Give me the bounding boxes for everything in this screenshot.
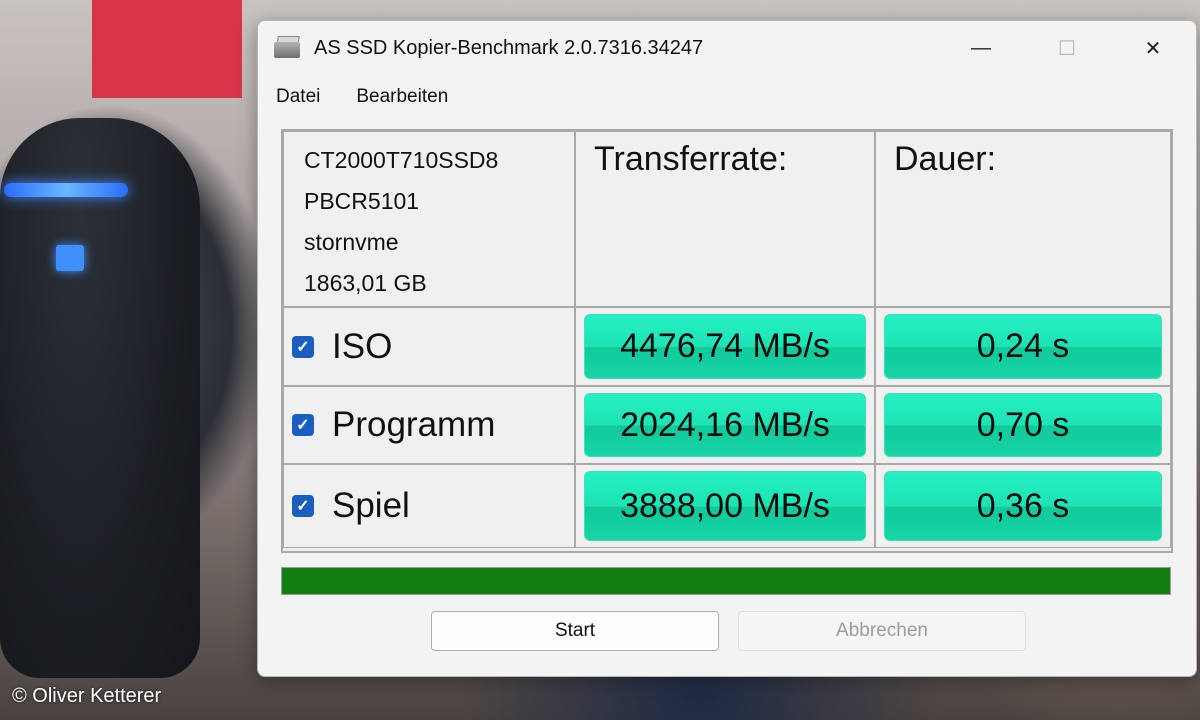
checkbox-spiel[interactable]: ✓ — [292, 495, 314, 517]
checkbox-programm[interactable]: ✓ — [292, 414, 314, 436]
time-cell-programm: 0,70 s — [875, 386, 1171, 464]
drive-model: CT2000T710SSD8 — [304, 147, 499, 173]
menu-bar: Datei Bearbeiten — [258, 75, 1196, 119]
checkbox-iso[interactable]: ✓ — [292, 335, 314, 358]
drive-driver: stornvme — [304, 229, 399, 255]
minimize-button[interactable]: — — [938, 21, 1024, 75]
row-label-programm: ✓ Programm — [283, 386, 575, 464]
rate-programm: 2024,16 MB/s — [584, 393, 866, 457]
label-spiel: Spiel — [332, 486, 410, 525]
header-duration: Dauer: — [875, 131, 1171, 307]
time-spiel: 0,36 s — [884, 471, 1162, 541]
results-grid: CT2000T710SSD8 PBCR5101 stornvme 1863,01… — [281, 129, 1173, 553]
start-button[interactable]: Start — [431, 611, 719, 651]
drive-size: 1863,01 GB — [304, 270, 427, 296]
time-cell-iso: 0,24 s — [875, 307, 1171, 386]
drive-icon — [274, 36, 300, 60]
rate-spiel: 3888,00 MB/s — [584, 471, 866, 541]
title-bar[interactable]: AS SSD Kopier-Benchmark 2.0.7316.34247 —… — [258, 21, 1196, 75]
app-window: AS SSD Kopier-Benchmark 2.0.7316.34247 —… — [257, 20, 1197, 677]
time-iso: 0,24 s — [884, 314, 1162, 379]
row-label-iso: ✓ ISO — [283, 307, 575, 386]
close-button[interactable]: ✕ — [1110, 21, 1196, 75]
header-transfer-rate: Transferrate: — [575, 131, 875, 307]
drive-firmware: PBCR5101 — [304, 188, 420, 214]
time-programm: 0,70 s — [884, 393, 1162, 457]
progress-fill — [282, 568, 1170, 594]
menu-datei[interactable]: Datei — [276, 86, 320, 108]
background-red-panel — [92, 0, 242, 98]
background-robot-visor — [4, 183, 128, 197]
photo-credit: © Oliver Ketterer — [12, 685, 162, 707]
window-title: AS SSD Kopier-Benchmark 2.0.7316.34247 — [314, 36, 704, 59]
menu-bearbeiten[interactable]: Bearbeiten — [356, 86, 448, 108]
rate-cell-spiel: 3888,00 MB/s — [575, 464, 875, 548]
label-iso: ISO — [332, 326, 393, 366]
background-robot-figure — [0, 118, 200, 678]
maximize-button[interactable]: ☐ — [1024, 21, 1110, 75]
progress-bar — [281, 567, 1171, 595]
background-robot-chip — [56, 245, 84, 271]
rate-cell-programm: 2024,16 MB/s — [575, 386, 875, 464]
rate-cell-iso: 4476,74 MB/s — [575, 307, 875, 386]
time-cell-spiel: 0,36 s — [875, 464, 1171, 548]
drive-info: CT2000T710SSD8 PBCR5101 stornvme 1863,01… — [283, 131, 575, 307]
label-programm: Programm — [332, 405, 496, 444]
cancel-button[interactable]: Abbrechen — [738, 611, 1026, 651]
rate-iso: 4476,74 MB/s — [584, 314, 866, 379]
row-label-spiel: ✓ Spiel — [283, 464, 575, 548]
